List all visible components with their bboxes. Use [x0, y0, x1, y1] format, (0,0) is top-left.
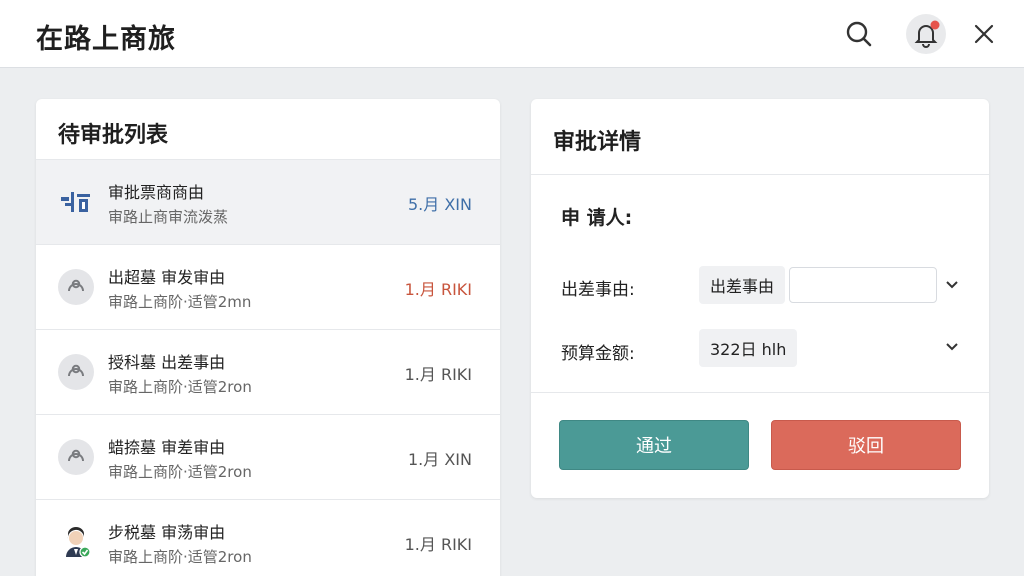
list-item-meta: 1.月 RIKI	[404, 280, 472, 299]
list-item-meta: 1.月 RIKI	[404, 535, 472, 554]
list-item-subtitle: 审路上商阶·适管2ron	[108, 378, 252, 396]
list-item-meta: 5.月 XIN	[407, 195, 472, 214]
travel-icon	[58, 184, 94, 220]
budget-value[interactable]: 322日 hlh	[699, 329, 798, 367]
applicant-label: 申 请人:	[561, 207, 633, 229]
detail-title: 审批详情	[553, 130, 642, 155]
list-item-subtitle: 审路止商审流泼蒸	[108, 208, 229, 226]
bell-icon[interactable]	[906, 14, 946, 54]
chevron-down-icon[interactable]	[943, 338, 961, 356]
list-item-subtitle: 审路上商阶·适管2ron	[108, 548, 252, 566]
chevron-down-icon[interactable]	[943, 276, 961, 294]
user-icon	[58, 354, 94, 390]
pending-list-title: 待审批列表	[58, 123, 169, 148]
list-item-subtitle: 审路上商阶·适管2ron	[108, 463, 252, 481]
reason-label: 出差事由:	[561, 280, 635, 300]
list-item-title: 步税墓 审荡审由	[108, 523, 226, 542]
approve-button[interactable]: 通过	[559, 420, 749, 470]
list-item[interactable]: 审批票商商由 审路止商审流泼蒸 5.月 XIN	[36, 160, 500, 245]
reason-tag[interactable]: 出差事由	[699, 266, 786, 304]
list-item[interactable]: 蜡捺墓 审差审由 审路上商阶·适管2ron 1.月 XIN	[36, 415, 500, 500]
list-item-title: 出超墓 审发审由	[108, 268, 226, 287]
detail-divider	[531, 392, 989, 393]
pending-list-panel: 待审批列表 审批票商商由 审路止商审流泼蒸 5.月 XIN 出超墓 审发审由 审…	[36, 99, 500, 576]
list-item[interactable]: 步税墓 审荡审由 审路上商阶·适管2ron 1.月 RIKI	[36, 500, 500, 576]
list-item-title: 审批票商商由	[108, 183, 205, 202]
reason-input[interactable]	[789, 267, 937, 303]
pending-list: 审批票商商由 审路止商审流泼蒸 5.月 XIN 出超墓 审发审由 审路上商阶·适…	[36, 159, 500, 576]
user-icon	[58, 269, 94, 305]
budget-label: 预算金额:	[561, 344, 635, 364]
close-icon[interactable]	[966, 16, 1002, 52]
detail-divider	[531, 174, 989, 175]
reject-button[interactable]: 驳回	[771, 420, 961, 470]
list-item[interactable]: 授科墓 出差事由 审路上商阶·适管2ron 1.月 RIKI	[36, 330, 500, 415]
list-item-title: 蜡捺墓 审差审由	[108, 438, 226, 457]
list-item-meta: 1.月 RIKI	[404, 365, 472, 384]
person-avatar	[58, 524, 94, 560]
search-icon[interactable]	[841, 16, 877, 52]
list-item-subtitle: 审路上商阶·适管2mn	[108, 293, 252, 311]
list-item-title: 授科墓 出差事由	[108, 353, 226, 372]
approval-detail-panel: 审批详情 申 请人: 出差事由: 出差事由 预算金额: 322日 hlh 通过 …	[531, 99, 989, 498]
list-item[interactable]: 出超墓 审发审由 审路上商阶·适管2mn 1.月 RIKI	[36, 245, 500, 330]
app-title: 在路上商旅	[36, 24, 176, 55]
top-bar: 在路上商旅	[0, 0, 1024, 68]
list-item-meta: 1.月 XIN	[407, 450, 472, 469]
user-icon	[58, 439, 94, 475]
